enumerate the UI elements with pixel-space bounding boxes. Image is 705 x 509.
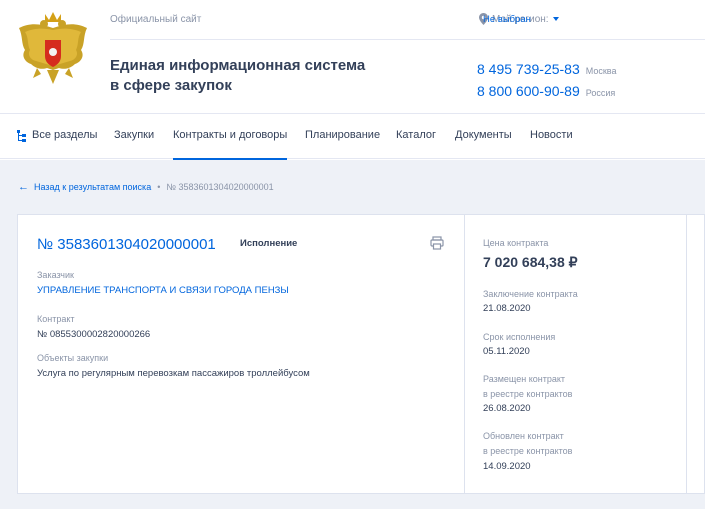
coat-of-arms-icon[interactable] — [11, 10, 95, 92]
posted-label-2: в реестре контрактов — [483, 389, 573, 399]
region-value[interactable]: Не выбран — [483, 14, 531, 25]
system-title-line1: Единая информационная система — [110, 57, 366, 74]
updated-label-2: в реестре контрактов — [483, 446, 573, 456]
region-selector[interactable]: Мой регион: Не выбран — [479, 13, 559, 25]
nav-contracts[interactable]: Контракты и договоры — [173, 129, 288, 160]
contract-reg-number[interactable]: № 3583601304020000001 — [37, 236, 216, 253]
updated-label-1: Обновлен контракт — [483, 431, 564, 441]
objects-value: Услуга по регулярным перевозкам пассажир… — [37, 368, 310, 379]
chevron-down-icon[interactable] — [552, 17, 559, 21]
official-site-label: Официальный сайт — [110, 14, 202, 25]
conclusion-label: Заключение контракта — [483, 289, 578, 299]
back-to-results-link[interactable]: Назад к результатам поиска — [34, 182, 151, 192]
system-title[interactable]: Единая информационная система в сфере за… — [110, 56, 390, 96]
phone-moscow[interactable]: 8 495 739-25-83 Москва — [477, 61, 617, 77]
card-divider — [464, 214, 465, 494]
phone-number[interactable]: 8 495 739-25-83 — [477, 61, 580, 77]
updated-value: 14.09.2020 — [483, 461, 531, 472]
nav-catalog[interactable]: Каталог — [396, 129, 436, 141]
breadcrumb-current: № 3583601304020000001 — [166, 182, 274, 192]
arrow-left-icon[interactable]: ← — [18, 181, 29, 193]
conclusion-value: 21.08.2020 — [483, 303, 531, 314]
customer-label: Заказчик — [37, 270, 74, 280]
deadline-value: 05.11.2020 — [483, 346, 530, 357]
site-header: Официальный сайт Мой регион: Не выбран Е… — [0, 0, 705, 114]
nav-purchases[interactable]: Закупки — [114, 129, 154, 141]
phone-russia[interactable]: 8 800 600-90-89 Россия — [477, 83, 615, 99]
objects-label: Объекты закупки — [37, 353, 109, 363]
system-title-line2: в сфере закупок — [110, 77, 232, 94]
sections-tree-icon[interactable] — [17, 130, 27, 142]
breadcrumb: ← Назад к результатам поиска • № 3583601… — [18, 181, 274, 193]
price-label: Цена контракта — [483, 238, 549, 248]
customer-link[interactable]: УПРАВЛЕНИЕ ТРАНСПОРТА И СВЯЗИ ГОРОДА ПЕН… — [37, 285, 289, 296]
print-icon[interactable] — [430, 236, 444, 250]
status-badge: Исполнение — [240, 238, 298, 249]
phone-number[interactable]: 8 800 600-90-89 — [477, 83, 580, 99]
contract-card — [17, 214, 705, 494]
contract-label: Контракт — [37, 314, 75, 324]
header-divider — [110, 39, 705, 40]
nav-news[interactable]: Новости — [530, 129, 573, 141]
posted-value: 26.08.2020 — [483, 403, 531, 414]
phone-city: Москва — [585, 66, 617, 76]
nav-documents[interactable]: Документы — [455, 129, 512, 141]
posted-label-1: Размещен контракт — [483, 374, 566, 384]
phone-city: Россия — [585, 88, 616, 98]
price-value: 7 020 684,38 ₽ — [483, 254, 578, 270]
breadcrumb-separator: • — [157, 182, 161, 192]
nav-all-sections[interactable]: Все разделы — [32, 129, 97, 141]
nav-planning[interactable]: Планирование — [305, 129, 380, 141]
deadline-label: Срок исполнения — [483, 332, 556, 342]
contract-value: № 0855300002820000266 — [37, 329, 151, 340]
card-divider-right — [686, 214, 687, 494]
